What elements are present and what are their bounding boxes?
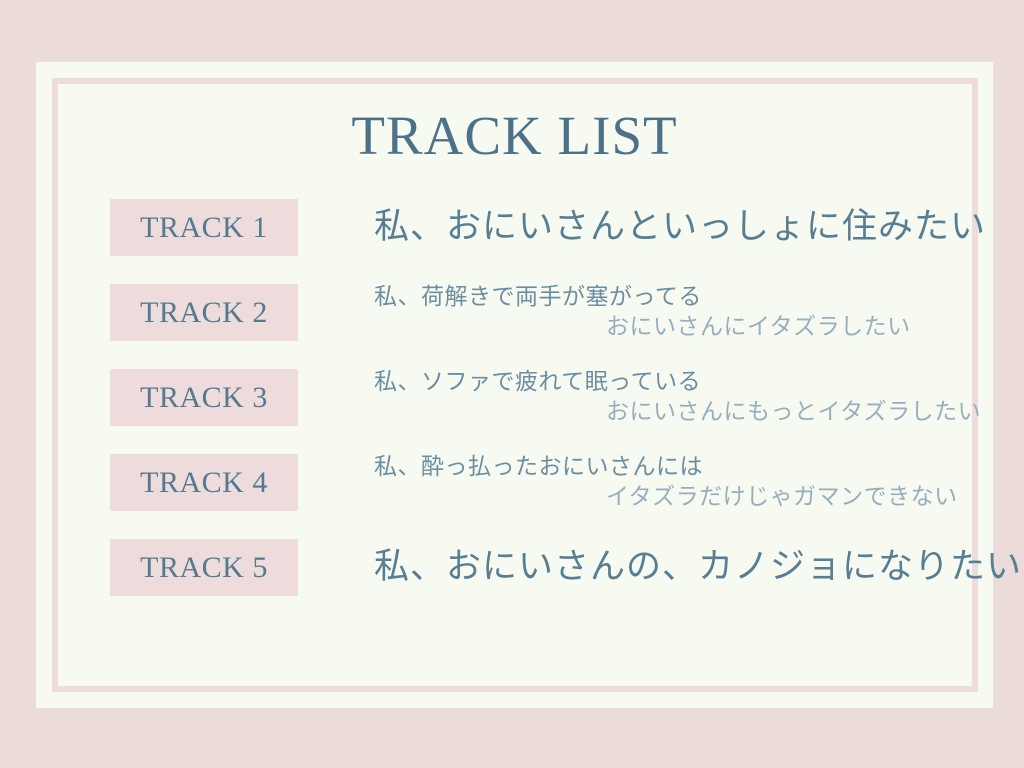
track-title-2: 私、荷解きで両手が塞がってる おにいさんにイタズラしたい (374, 282, 963, 344)
track-title-1: 私、おにいさんといっしょに住みたい (374, 199, 987, 256)
track-badge-2: TRACK 2 (110, 284, 298, 341)
track-title-5: 私、おにいさんの、カノジョになりたい (374, 539, 1023, 596)
track-badge-5: TRACK 5 (110, 539, 298, 596)
track-title-line-main: 私、おにいさんの、カノジョになりたい (374, 547, 1023, 587)
track-row: TRACK 4 私、酔っ払ったおにいさんには イタズラだけじゃガマンできない (110, 454, 963, 539)
track-badge-1: TRACK 1 (110, 199, 298, 256)
track-row: TRACK 3 私、ソファで疲れて眠っている おにいさんにもっとイタズラしたい (110, 367, 982, 454)
track-title-4: 私、酔っ払ったおにいさんには イタズラだけじゃガマンできない (374, 452, 963, 514)
track-badge-4: TRACK 4 (110, 454, 298, 511)
track-title-line-sub: おにいさんにイタズラしたい (606, 314, 911, 340)
track-row: TRACK 5 私、おにいさんの、カノジョになりたい (110, 539, 1023, 624)
track-title-3: 私、ソファで疲れて眠っている おにいさんにもっとイタズラしたい (374, 367, 982, 429)
track-title-line-main: 私、ソファで疲れて眠っている (374, 369, 702, 394)
track-title-line-sub: おにいさんにもっとイタズラしたい (606, 399, 982, 425)
track-title-line-main: 私、酔っ払ったおにいさんには (374, 454, 703, 479)
track-title-line-main: 私、おにいさんといっしょに住みたい (374, 207, 987, 247)
slide-root: TRACK LIST TRACK 1 私、おにいさんといっしょに住みたい TRA… (0, 0, 1024, 768)
track-title-line-main: 私、荷解きで両手が塞がってる (374, 284, 702, 309)
content-card: TRACK LIST TRACK 1 私、おにいさんといっしょに住みたい TRA… (36, 62, 1023, 708)
track-row: TRACK 2 私、荷解きで両手が塞がってる おにいさんにイタズラしたい (110, 284, 963, 369)
track-row: TRACK 1 私、おにいさんといっしょに住みたい (110, 199, 987, 284)
page-title: TRACK LIST (351, 105, 678, 166)
track-badge-3: TRACK 3 (110, 369, 298, 426)
track-title-line-sub: イタズラだけじゃガマンできない (606, 484, 958, 510)
track-list: TRACK 1 私、おにいさんといっしょに住みたい TRACK 2 私、荷解きで… (110, 199, 1023, 624)
